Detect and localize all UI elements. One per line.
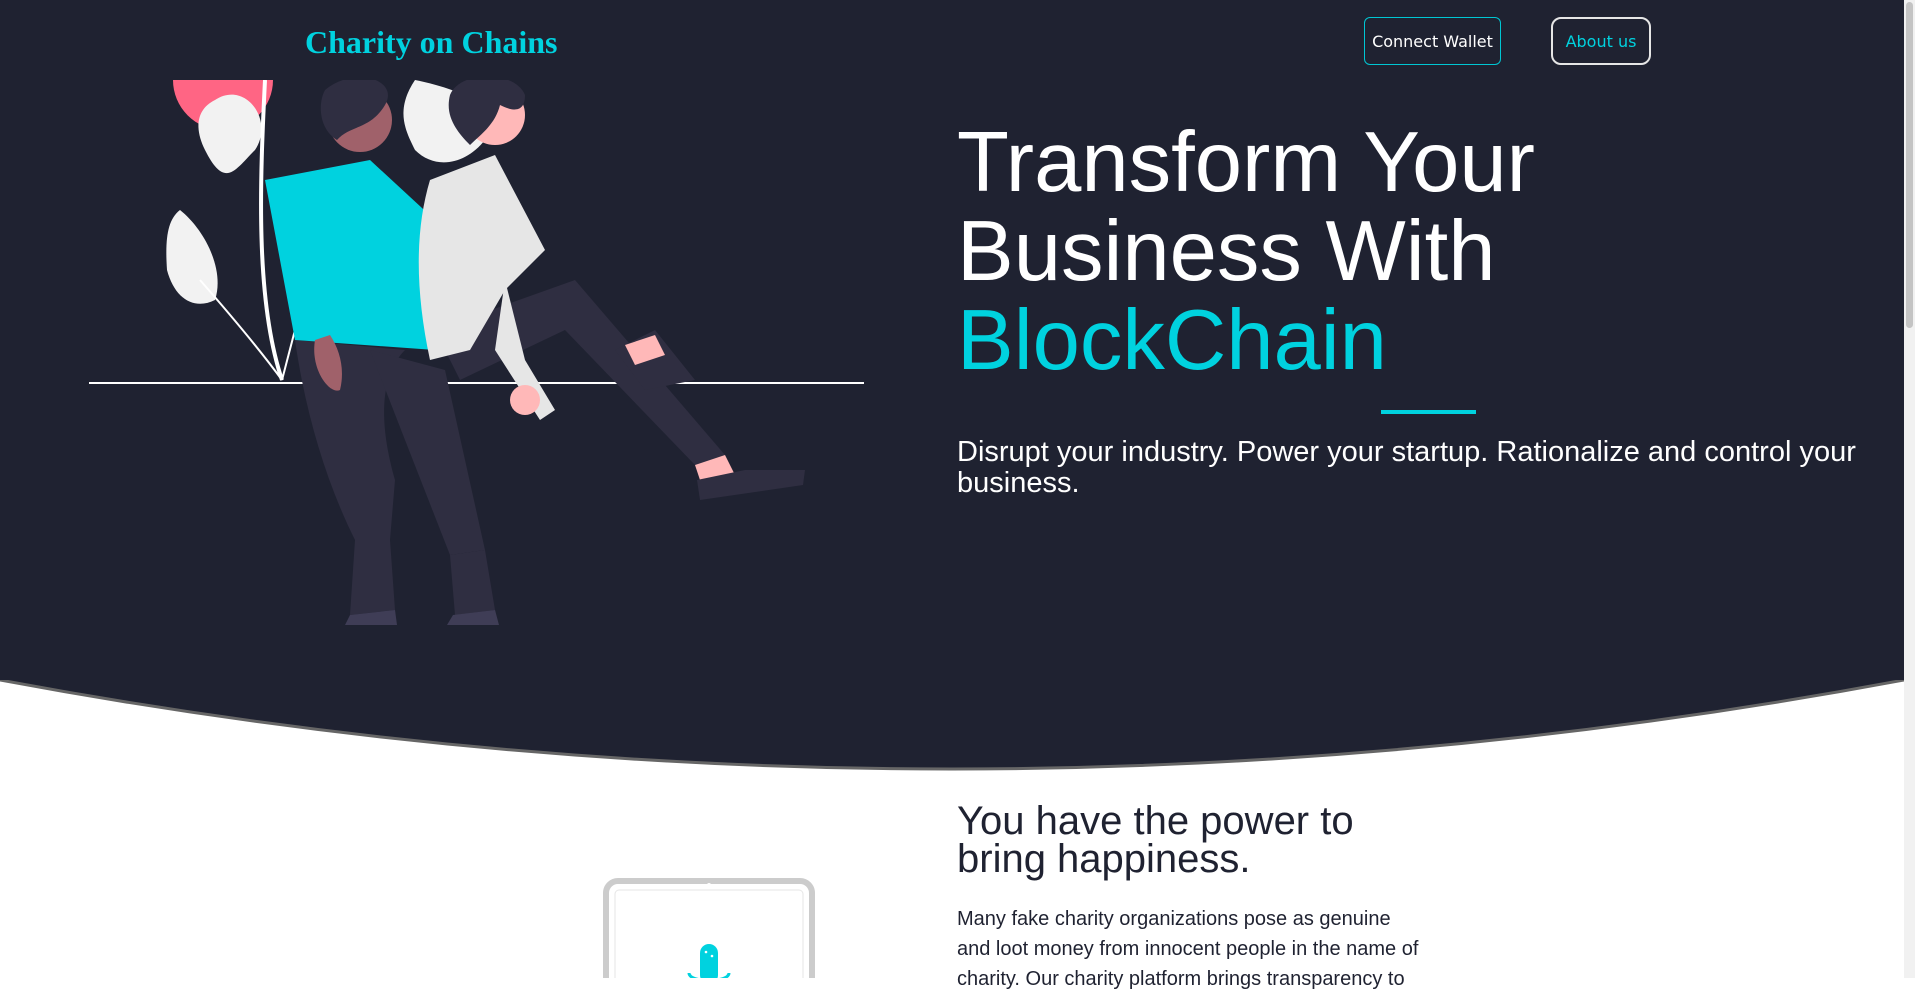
laptop-illustration [603, 878, 815, 978]
hero-underline-divider [1381, 410, 1476, 414]
hero-title-accent: BlockChain [957, 293, 1387, 388]
hero-title-line-2: Business With [957, 204, 1496, 299]
section-text: Many fake charity organizations pose as … [957, 908, 1419, 990]
section-title: You have the power to bring happiness. [957, 799, 1354, 881]
hero-curve-divider [0, 680, 1904, 790]
brand-logo[interactable]: Charity on Chains [305, 24, 558, 61]
page-scrollbar-thumb[interactable] [1906, 2, 1913, 328]
hero-section: Charity on Chains Connect Wallet About u… [0, 0, 1904, 790]
connect-wallet-button[interactable]: Connect Wallet [1364, 17, 1501, 65]
hero-subtitle: Disrupt your industry. Power your startu… [957, 436, 1856, 499]
two-people-sitting-illustration [89, 80, 864, 625]
hero-title-line-1: Transform Your [957, 115, 1535, 210]
hero-title: Transform Your Business With BlockChain [957, 118, 1535, 385]
about-us-button[interactable]: About us [1551, 17, 1651, 65]
